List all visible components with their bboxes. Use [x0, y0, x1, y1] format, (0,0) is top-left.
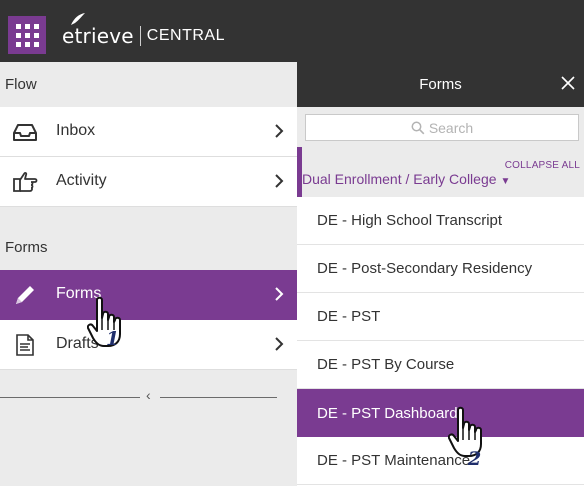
pointing-hand-icon	[13, 172, 38, 192]
chevron-right-icon	[275, 124, 284, 138]
nav-item-drafts[interactable]: Drafts	[0, 320, 297, 370]
chevron-right-icon	[275, 337, 284, 351]
nav-item-forms[interactable]: Forms	[0, 270, 297, 320]
forms-panel-title: Forms	[419, 76, 462, 93]
nav-item-inbox[interactable]: Inbox	[0, 107, 297, 157]
form-list-item[interactable]: DE - PST	[297, 293, 584, 341]
collapse-sidebar-control[interactable]: ‹	[0, 387, 297, 403]
search-bar	[297, 107, 584, 147]
inbox-tray-icon	[13, 124, 37, 141]
form-list-item[interactable]: DE - Post-Secondary Residency	[297, 245, 584, 293]
form-list-item[interactable]: DE - PST Maintenance	[297, 437, 584, 485]
divider-line	[160, 397, 277, 398]
form-group-header: COLLAPSE ALL Dual Enrollment / Early Col…	[297, 147, 584, 197]
nav-item-forms-label: Forms	[56, 285, 102, 302]
forms-section-header: Forms	[5, 239, 48, 256]
document-icon	[16, 334, 34, 356]
nav-item-inbox-label: Inbox	[56, 122, 96, 139]
form-group-toggle[interactable]: Dual Enrollment / Early College ▼	[302, 171, 510, 187]
left-nav-panel: Flow Inbox Activity Forms Forms Drafts ‹	[0, 62, 297, 486]
chevron-right-icon	[275, 174, 284, 188]
nav-item-activity-label: Activity	[56, 172, 107, 189]
forms-panel-header: Forms	[297, 62, 584, 107]
nav-item-drafts-label: Drafts	[56, 335, 99, 352]
caret-down-icon: ▼	[500, 176, 511, 187]
search-input[interactable]	[306, 115, 578, 140]
nav-item-activity[interactable]: Activity	[0, 157, 297, 207]
brand-name: etrieve	[62, 24, 134, 48]
flow-section-header: Flow	[5, 76, 37, 93]
search-box	[305, 114, 579, 141]
form-list-item[interactable]: DE - PST By Course	[297, 341, 584, 389]
divider-line	[0, 397, 140, 398]
form-group-label: Dual Enrollment / Early College	[302, 171, 497, 187]
brand-logo[interactable]: etrieve CENTRAL	[62, 13, 225, 48]
waffle-grid-icon	[15, 23, 39, 47]
brand-suffix: CENTRAL	[146, 27, 225, 44]
top-bar: etrieve CENTRAL	[0, 0, 584, 62]
chevron-left-icon: ‹	[146, 387, 151, 403]
forms-flyout-panel: Forms COLLAPSE ALL Dual Enrollment / Ear…	[297, 62, 584, 486]
leaf-icon	[71, 13, 85, 25]
form-list-item-selected[interactable]: DE - PST Dashboard	[297, 389, 584, 437]
close-icon[interactable]	[558, 73, 578, 93]
app-launcher-button[interactable]	[8, 16, 46, 54]
collapse-all-link[interactable]: COLLAPSE ALL	[505, 160, 580, 171]
form-list-item[interactable]: DE - High School Transcript	[297, 197, 584, 245]
pencil-icon	[16, 286, 34, 304]
brand-separator	[139, 26, 141, 46]
chevron-right-icon	[275, 287, 284, 301]
